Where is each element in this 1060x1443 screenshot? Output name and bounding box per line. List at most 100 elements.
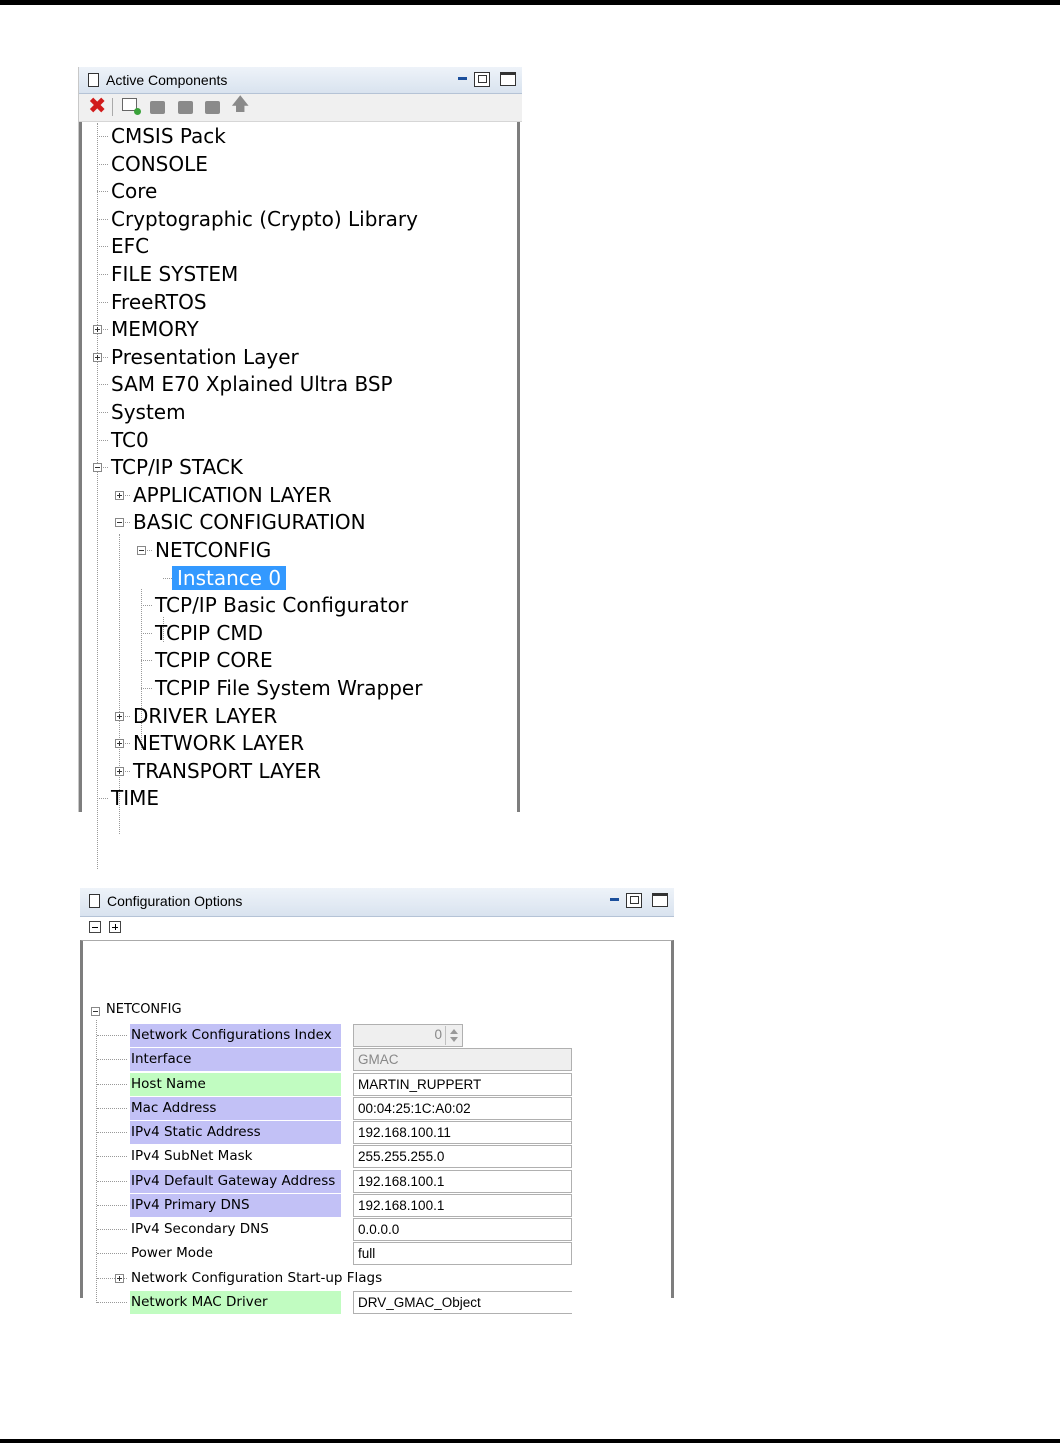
window-controls <box>608 893 668 909</box>
tree-item[interactable]: Presentation Layer <box>111 345 299 369</box>
restore-icon[interactable] <box>474 72 490 87</box>
tree-item[interactable]: TCPIP CMD <box>155 621 263 645</box>
tree-item[interactable]: Core <box>111 179 157 203</box>
tree-item[interactable]: SAM E70 Xplained Ultra BSP <box>111 372 393 396</box>
tree-connector <box>97 136 108 137</box>
config-root-node[interactable]: NETCONFIG <box>106 1002 182 1017</box>
tree-item[interactable]: BASIC CONFIGURATION <box>133 510 366 534</box>
config-connector <box>97 1301 127 1303</box>
tree-item[interactable]: CONSOLE <box>111 152 208 176</box>
config-option-label: Mac Address <box>130 1096 341 1120</box>
tree-item[interactable]: TCP/IP Basic Configurator <box>155 593 408 617</box>
toolbar-separator <box>112 98 113 116</box>
tree-item[interactable]: Instance 0 <box>172 565 287 590</box>
config-option-value[interactable]: 192.168.100.1 <box>353 1193 572 1217</box>
delete-icon[interactable]: ✖ <box>88 96 106 118</box>
maximize-icon[interactable] <box>652 893 668 907</box>
component-icon[interactable] <box>178 101 193 114</box>
config-option-value[interactable]: 192.168.100.11 <box>353 1121 572 1144</box>
tree-connector <box>97 191 108 193</box>
config-connector <box>97 1156 127 1158</box>
panel-title: Configuration Options <box>107 893 243 909</box>
config-option-value[interactable]: full <box>353 1242 572 1266</box>
tree-item[interactable]: NETCONFIG <box>155 538 271 562</box>
tree-connector <box>97 384 108 386</box>
expand-toggle-icon[interactable] <box>115 490 124 500</box>
component-tree[interactable]: CMSIS Pack CONSOLE Core Cryptographic (Cryp… <box>79 122 520 869</box>
expand-toggle-icon[interactable] <box>115 766 124 776</box>
expand-toggle-icon[interactable] <box>93 325 102 335</box>
collapse-all-icon[interactable] <box>89 921 101 933</box>
tree-connector <box>97 798 108 800</box>
tree-item[interactable]: System <box>111 400 186 424</box>
tree-connector <box>141 688 152 689</box>
up-arrow-icon[interactable]: 🡅 <box>231 96 250 114</box>
component-icon[interactable] <box>205 101 220 114</box>
config-connector <box>97 1132 127 1133</box>
collapse-toggle-icon[interactable] <box>115 518 124 528</box>
tree-item[interactable]: EFC <box>111 234 149 258</box>
maximize-icon[interactable] <box>500 72 516 86</box>
config-option-value[interactable]: DRV_GMAC_Object <box>353 1290 572 1314</box>
expand-toggle-icon[interactable] <box>115 739 124 749</box>
tree-item[interactable]: FreeRTOS <box>111 290 207 314</box>
configuration-options-titlebar[interactable]: Configuration Options <box>80 888 674 917</box>
tree-connector <box>141 605 152 607</box>
expand-all-icon[interactable] <box>109 921 121 933</box>
add-component-icon[interactable] <box>122 98 141 115</box>
expand-toggle-icon[interactable] <box>115 711 124 721</box>
expand-toggle-icon[interactable] <box>115 1273 124 1283</box>
config-option-value[interactable]: 255.255.255.0 <box>353 1145 572 1169</box>
config-option-label: IPv4 Primary DNS <box>130 1193 341 1217</box>
config-option-label: IPv4 SubNet Mask <box>131 1148 253 1165</box>
tree-connector <box>97 163 108 165</box>
restore-icon[interactable] <box>626 893 642 908</box>
spinner-value: 0 <box>434 1027 442 1042</box>
config-option-value[interactable]: 0.0.0.0 <box>353 1218 572 1241</box>
collapse-toggle-icon[interactable] <box>137 546 146 555</box>
expand-toggle-icon[interactable] <box>93 352 102 362</box>
config-option-value[interactable]: 00:04:25:1C:A0:02 <box>353 1096 572 1120</box>
config-guide-line <box>96 1020 97 1303</box>
tree-item[interactable]: DRIVER LAYER <box>133 704 277 728</box>
active-components-toolbar: ✖ 🡅 <box>79 94 522 122</box>
config-option-value[interactable]: 192.168.100.1 <box>353 1169 572 1193</box>
tree-item[interactable]: Cryptographic (Crypto) Library <box>111 207 418 231</box>
panel-title: Active Components <box>106 72 228 88</box>
tree-item[interactable]: NETWORK LAYER <box>133 731 304 755</box>
config-connector <box>97 1253 127 1255</box>
config-connector <box>97 1180 127 1182</box>
configuration-toolbar <box>80 917 674 935</box>
active-components-titlebar[interactable]: Active Components <box>79 67 522 94</box>
panel-page-icon <box>89 894 100 908</box>
config-option-value[interactable]: MARTIN_RUPPERT <box>353 1072 572 1096</box>
tree-connector <box>97 301 108 303</box>
tree-item[interactable]: FILE SYSTEM <box>111 262 238 286</box>
config-index-spinner[interactable]: 0 <box>353 1024 463 1047</box>
tree-item[interactable]: TIME <box>111 786 159 810</box>
config-option-label: Host Name <box>130 1072 341 1096</box>
collapse-toggle-icon[interactable] <box>91 1007 100 1016</box>
config-connector <box>97 1059 127 1061</box>
config-option-label: Network Configuration Start-up Flags <box>131 1269 383 1286</box>
tree-item[interactable]: APPLICATION LAYER <box>133 483 332 507</box>
tree-item[interactable]: TRANSPORT LAYER <box>133 759 321 783</box>
config-option-label: Network Configurations Index <box>130 1024 341 1047</box>
spinner-arrows-icon[interactable] <box>445 1026 461 1045</box>
collapse-toggle-icon[interactable] <box>93 463 102 473</box>
config-option-label: IPv4 Static Address <box>130 1121 341 1144</box>
config-option-label: Network MAC Driver <box>130 1290 341 1314</box>
tree-item[interactable]: TCP/IP STACK <box>111 455 243 479</box>
tree-item[interactable]: TCPIP CORE <box>155 648 273 672</box>
config-connector <box>97 1107 127 1109</box>
tree-connector <box>97 218 108 220</box>
tree-item[interactable]: TCPIP File System Wrapper <box>155 676 422 700</box>
tree-item[interactable]: TC0 <box>111 428 149 452</box>
tree-connector <box>141 660 152 662</box>
configuration-options-panel: Configuration Options NETCONFIG Network … <box>80 888 674 1314</box>
component-icon[interactable] <box>150 101 165 114</box>
tree-item[interactable]: CMSIS Pack <box>111 124 226 148</box>
tree-item[interactable]: MEMORY <box>111 317 199 341</box>
config-option-label: IPv4 Default Gateway Address <box>130 1169 341 1193</box>
window-controls <box>456 72 516 88</box>
